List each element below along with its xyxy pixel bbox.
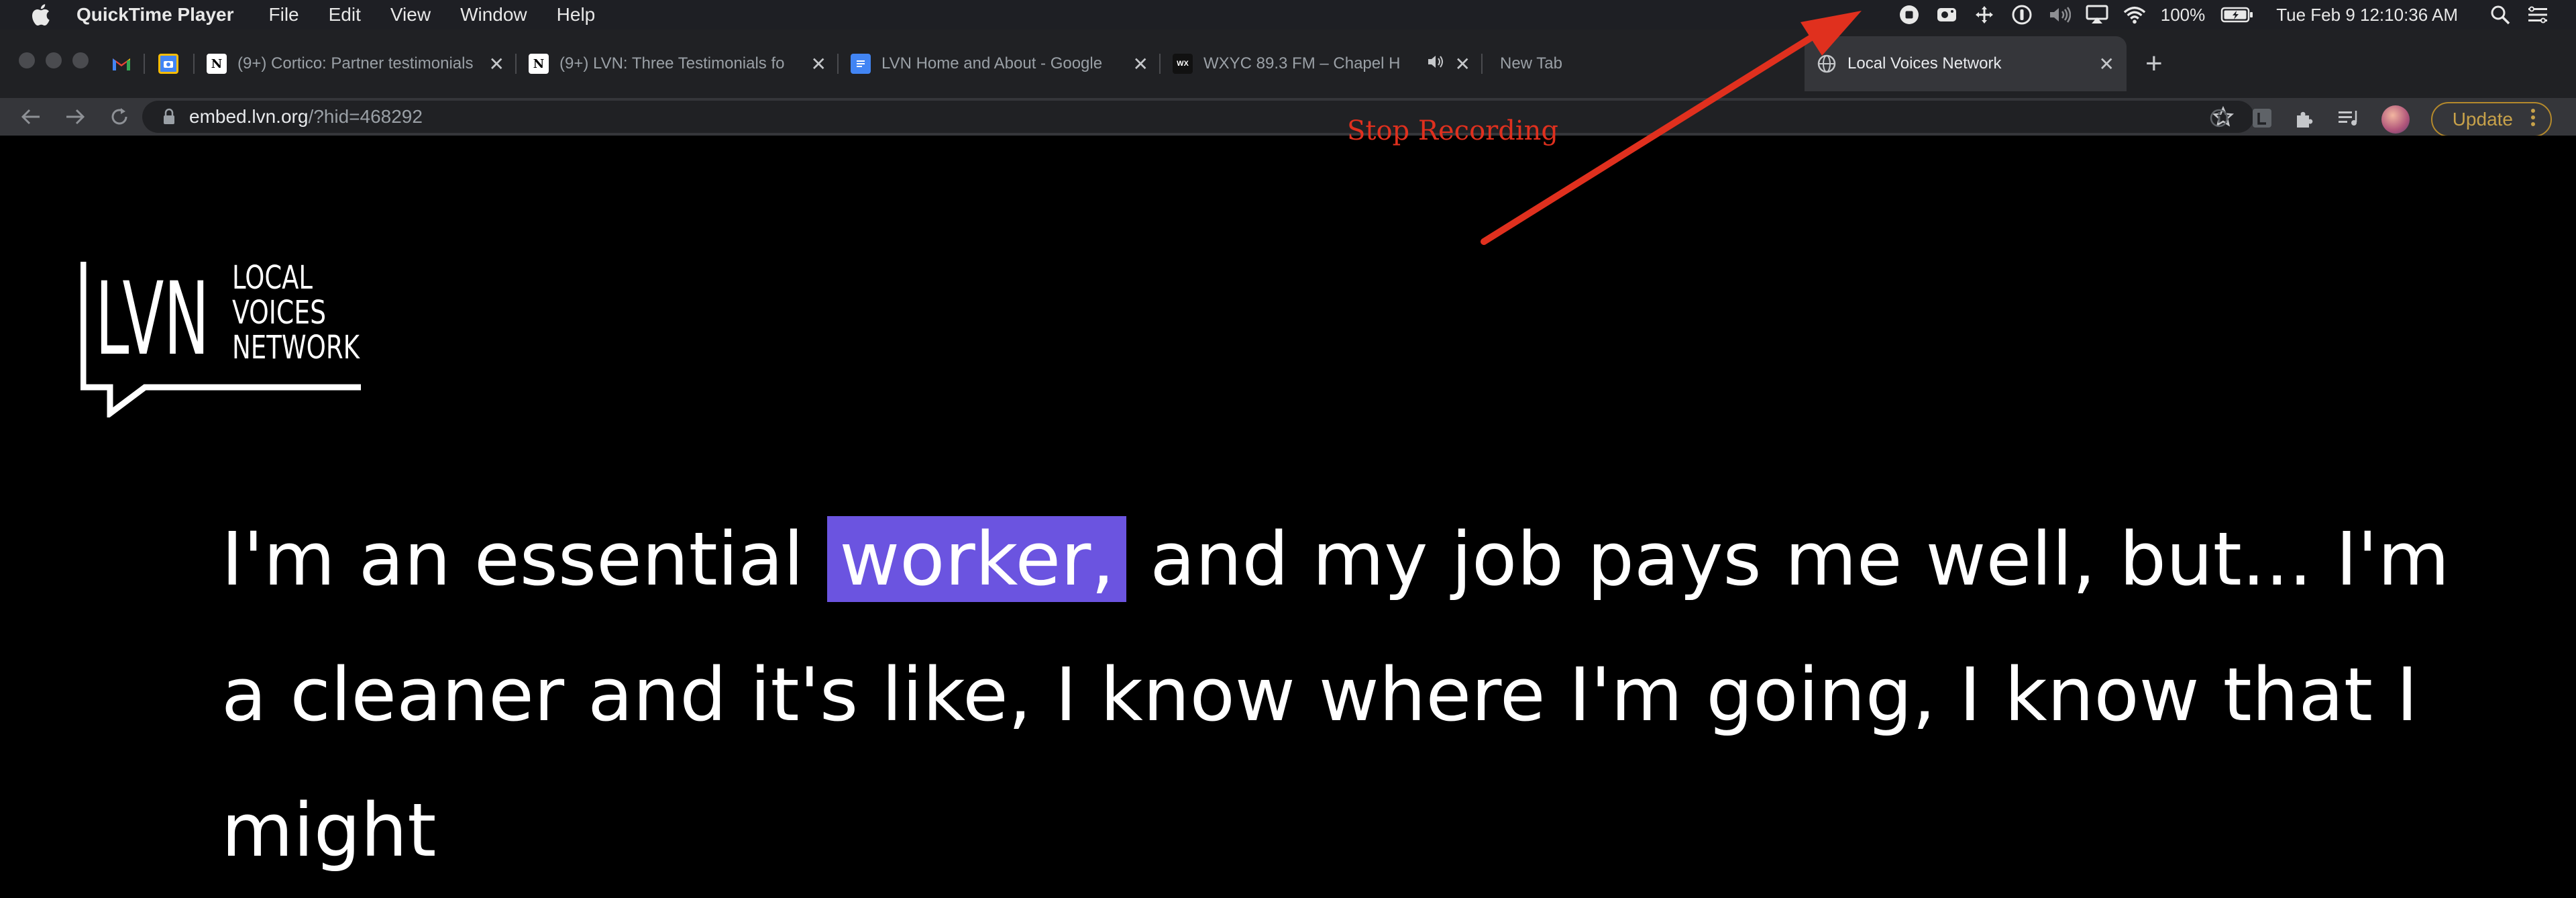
media-playlist-icon[interactable] xyxy=(2337,108,2360,132)
minimize-window-button[interactable] xyxy=(46,52,62,68)
transcript-before: I'm an essential xyxy=(221,516,828,602)
logo-line-network: NETWORK xyxy=(232,329,360,366)
logo-line-voices: VOICES xyxy=(232,294,326,332)
apple-menu-icon[interactable] xyxy=(25,3,55,26)
tab-title: Local Voices Network xyxy=(1847,54,2002,72)
close-window-button[interactable] xyxy=(19,52,35,68)
profile-avatar[interactable] xyxy=(2381,105,2410,134)
logo-line-local: LOCAL xyxy=(232,259,313,297)
tab-title: WXYC 89.3 FM – Chapel H xyxy=(1203,54,1401,72)
new-tab-button[interactable]: + xyxy=(2145,47,2163,81)
forward-arrow-icon[interactable] xyxy=(62,103,89,130)
tab-new-tab[interactable]: New Tab ✕ xyxy=(1483,36,1805,91)
logo-mark: LVN xyxy=(95,261,209,378)
extension-info-icon[interactable] xyxy=(2208,107,2230,132)
close-tab-icon[interactable]: ✕ xyxy=(1133,53,1148,75)
control-center-icon[interactable] xyxy=(2526,3,2549,26)
tab-title: (9+) Cortico: Partner testimonials xyxy=(237,54,474,72)
airplay-icon[interactable] xyxy=(2086,3,2108,26)
notion-icon: N xyxy=(207,54,227,74)
zoom-window-button[interactable] xyxy=(72,52,89,68)
video-camera-icon[interactable] xyxy=(1935,3,1958,26)
tab-title: New Tab xyxy=(1500,54,1562,72)
address-bar[interactable]: embed.lvn.org/?hid=468292 xyxy=(142,101,2254,133)
extension-l-icon[interactable] xyxy=(2251,107,2273,132)
close-tab-icon[interactable]: ✕ xyxy=(489,53,504,75)
stop-recording-icon[interactable] xyxy=(1898,3,1921,26)
window-traffic-lights xyxy=(19,52,89,68)
tab-wxyc[interactable]: WX WXYC 89.3 FM – Chapel H ✕ xyxy=(1161,36,1483,91)
browser-toolbar: embed.lvn.org/?hid=468292 Update xyxy=(0,98,2576,137)
tab-title: LVN Home and About - Google xyxy=(881,54,1103,72)
spotlight-search-icon[interactable] xyxy=(2489,3,2512,26)
password-manager-icon[interactable] xyxy=(2010,3,2033,26)
transcript-text: I'm an essential worker, and my job pays… xyxy=(221,491,2502,898)
wxyc-icon: WX xyxy=(1173,54,1193,74)
tab-camera-app[interactable] xyxy=(145,36,195,91)
tab-cortico-testimonials[interactable]: N (9+) Cortico: Partner testimonials ✕ xyxy=(195,36,517,91)
url-domain: embed.lvn.org xyxy=(189,106,309,127)
more-vertical-icon[interactable] xyxy=(2530,108,2536,132)
volume-icon[interactable] xyxy=(2048,3,2071,26)
url-path: /?hid=468292 xyxy=(308,106,423,127)
highlighted-word[interactable]: worker, xyxy=(827,516,1127,602)
annotation-label: Stop Recording xyxy=(1347,115,1559,146)
google-docs-icon xyxy=(851,54,871,74)
globe-icon xyxy=(1817,54,1837,74)
tab-local-voices-network[interactable]: Local Voices Network ✕ xyxy=(1805,36,2127,91)
reload-icon[interactable] xyxy=(106,103,133,130)
macos-menu-bar: QuickTime Player File Edit View Window H… xyxy=(0,0,2576,30)
tab-lvn-home-doc[interactable]: LVN Home and About - Google ✕ xyxy=(839,36,1161,91)
tab-gmail[interactable] xyxy=(101,36,145,91)
menu-file[interactable]: File xyxy=(269,4,299,26)
audio-playing-icon[interactable] xyxy=(1427,54,1446,74)
browser-tab-strip: N (9+) Cortico: Partner testimonials ✕ N… xyxy=(0,30,2576,98)
lock-icon[interactable] xyxy=(162,108,176,126)
menubar-clock[interactable]: Tue Feb 9 12:10:36 AM xyxy=(2276,5,2458,26)
menu-edit[interactable]: Edit xyxy=(329,4,361,26)
close-tab-icon[interactable]: ✕ xyxy=(1455,53,1470,75)
close-tab-icon[interactable]: ✕ xyxy=(811,53,826,75)
close-tab-icon[interactable]: ✕ xyxy=(2099,53,2114,75)
lvn-logo[interactable]: LVN LOCAL VOICES NETWORK xyxy=(80,256,362,421)
notion-icon: N xyxy=(529,54,549,74)
menu-window[interactable]: Window xyxy=(460,4,527,26)
tab-title: (9+) LVN: Three Testimonials fo xyxy=(559,54,785,72)
app-menu-quicktime[interactable]: QuickTime Player xyxy=(76,4,234,26)
move-arrows-icon[interactable] xyxy=(1973,3,1996,26)
browser-update-button[interactable]: Update xyxy=(2430,102,2552,137)
tab-lvn-testimonials[interactable]: N (9+) LVN: Three Testimonials fo ✕ xyxy=(517,36,839,91)
extensions-puzzle-icon[interactable] xyxy=(2294,107,2316,132)
menu-help[interactable]: Help xyxy=(557,4,596,26)
gmail-icon xyxy=(111,54,131,74)
wifi-icon[interactable] xyxy=(2123,3,2146,26)
camera-app-icon xyxy=(158,54,178,74)
battery-charging-icon[interactable] xyxy=(2220,3,2255,26)
update-label: Update xyxy=(2452,109,2513,130)
battery-percentage: 100% xyxy=(2160,4,2206,25)
menu-view[interactable]: View xyxy=(390,4,431,26)
page-content: LVN LOCAL VOICES NETWORK I'm an essentia… xyxy=(0,136,2576,873)
back-arrow-icon[interactable] xyxy=(17,103,44,130)
